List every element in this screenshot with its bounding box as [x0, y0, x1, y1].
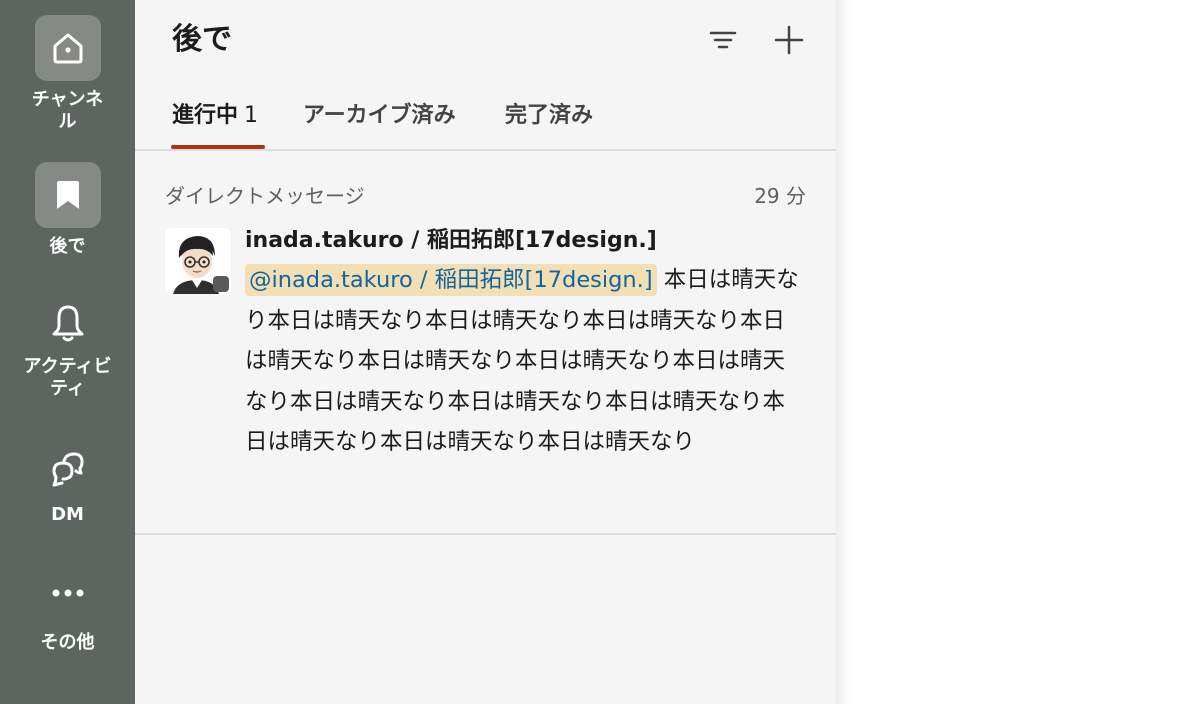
divider	[135, 533, 836, 535]
sidebar-item-label: その他	[40, 632, 95, 653]
message-text: @inada.takuro / 稲田拓郎[17design.] 本日は晴天なり本…	[245, 260, 805, 463]
sidebar-item-more[interactable]: その他	[0, 566, 135, 654]
bookmark-icon-box	[34, 162, 101, 228]
home-icon	[53, 33, 82, 64]
sidebar-item-label: 後で	[49, 236, 86, 257]
bell-icon-box	[35, 296, 101, 350]
divider	[135, 149, 836, 151]
tab-completed[interactable]: 完了済み	[505, 98, 593, 134]
sidebar-item-channels[interactable]: チャンネル	[0, 15, 135, 133]
tab-label: 進行中	[172, 103, 239, 128]
panel-edge-shadow	[836, 0, 850, 704]
filter-button[interactable]	[705, 22, 741, 58]
tab-in-progress[interactable]: 進行中 1	[172, 98, 258, 134]
tab-count: 1	[244, 103, 259, 128]
more-icon-box	[35, 566, 101, 620]
bell-icon	[52, 305, 83, 342]
tab-label: アーカイブ済み	[303, 103, 456, 128]
sidebar: チャンネル 後で アクティビティ DM その他	[0, 0, 135, 704]
sidebar-item-label: DM	[51, 504, 84, 525]
sidebar-item-activity[interactable]: アクティビティ	[0, 296, 135, 400]
avatar-illustration	[165, 228, 231, 294]
more-icon	[52, 589, 83, 597]
chat-bubble-icon	[52, 452, 83, 487]
sender-name[interactable]: inada.takuro / 稲田拓郎[17design.]	[245, 226, 657, 256]
tab-label: 完了済み	[505, 103, 594, 128]
chat-bubble-icon-box	[35, 442, 101, 496]
item-source-label: ダイレクトメッセージ	[165, 184, 365, 208]
plus-icon	[774, 25, 804, 55]
later-panel: 後で 進行中 1 アーカイブ済み 完了済み ダイレクトメッセージ 29 分 in…	[135, 0, 836, 704]
home-icon-box	[34, 15, 101, 81]
tab-archived[interactable]: アーカイブ済み	[303, 98, 456, 134]
sidebar-item-dm[interactable]: DM	[0, 442, 135, 526]
sidebar-item-later[interactable]: 後で	[0, 162, 135, 258]
user-mention[interactable]: @inada.takuro / 稲田拓郎[17design.]	[245, 264, 657, 296]
sidebar-item-label: チャンネル	[31, 89, 104, 132]
filter-icon	[709, 31, 737, 49]
avatar[interactable]	[165, 228, 231, 294]
add-button[interactable]	[771, 22, 807, 58]
item-timestamp: 29 分	[754, 184, 806, 208]
page-title: 後で	[172, 22, 232, 57]
sidebar-item-label: アクティビティ	[23, 356, 112, 399]
bookmark-icon	[56, 181, 79, 209]
